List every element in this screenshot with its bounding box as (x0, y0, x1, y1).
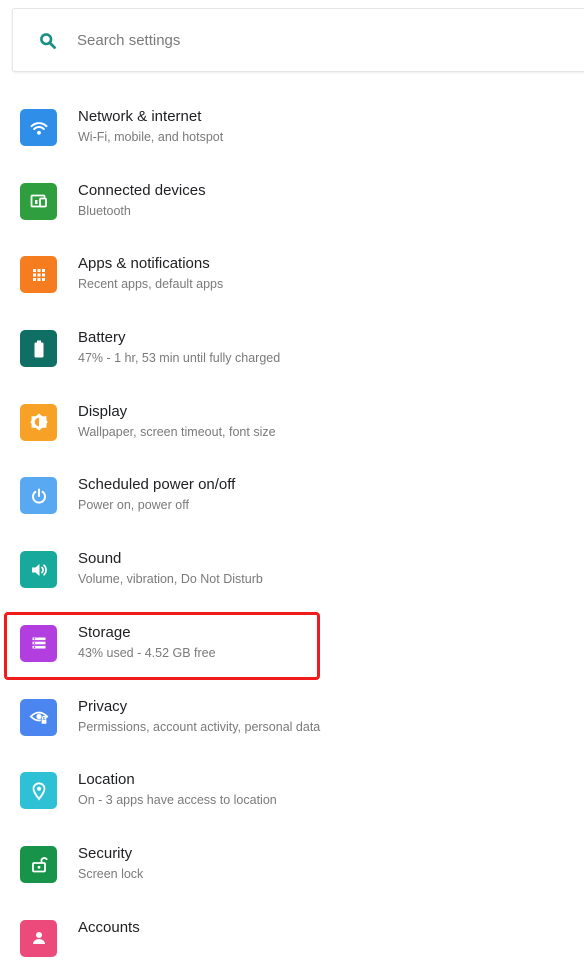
settings-item-subtitle: Power on, power off (78, 498, 189, 513)
settings-item-title: Connected devices (78, 181, 206, 199)
settings-item-subtitle: 43% used - 4.52 GB free (78, 645, 216, 660)
settings-item-storage[interactable]: Storage 43% used - 4.52 GB free (0, 602, 584, 676)
search-icon (39, 32, 57, 50)
settings-item-subtitle: Wi-Fi, mobile, and hotspot (78, 130, 224, 144)
search-bar[interactable]: Search settings (12, 8, 584, 72)
settings-item-location[interactable]: Location On - 3 apps have access to loca… (0, 749, 584, 823)
settings-item-subtitle: 47% - 1 hr, 53 min until fully charged (78, 351, 281, 366)
lock-icon (20, 845, 57, 883)
accounts-icon (20, 919, 57, 957)
battery-icon (20, 330, 57, 368)
settings-item-accounts[interactable]: Accounts (0, 897, 584, 970)
power-icon (20, 477, 57, 515)
location-icon (20, 772, 57, 810)
devices-icon (20, 182, 57, 220)
wifi-icon (20, 109, 57, 146)
settings-item-title: Battery (78, 329, 126, 347)
settings-item-connected-devices[interactable]: Connected devices Bluetooth (0, 160, 584, 234)
settings-item-subtitle: Screen lock (78, 866, 144, 881)
privacy-icon (20, 698, 57, 736)
search-input[interactable]: Search settings (77, 31, 180, 51)
settings-item-subtitle: Bluetooth (78, 203, 131, 218)
settings-item-subtitle: Permissions, account activity, personal … (78, 719, 321, 734)
settings-item-subtitle: Wallpaper, screen timeout, font size (78, 424, 276, 439)
settings-item-privacy[interactable]: Privacy Permissions, account activity, p… (0, 676, 584, 750)
apps-icon (20, 256, 57, 294)
settings-item-title: Network & internet (78, 108, 202, 125)
settings-item-subtitle: Volume, vibration, Do Not Disturb (78, 572, 263, 587)
settings-item-title: Security (78, 844, 133, 862)
settings-item-sound[interactable]: Sound Volume, vibration, Do Not Disturb (0, 528, 584, 602)
settings-item-title: Display (78, 402, 128, 420)
settings-item-subtitle: Recent apps, default apps (78, 277, 224, 292)
settings-item-title: Privacy (78, 697, 128, 715)
settings-item-scheduled-power[interactable]: Scheduled power on/off Power on, power o… (0, 454, 584, 528)
settings-item-title: Apps & notifications (78, 255, 210, 273)
settings-item-title: Sound (78, 550, 122, 568)
volume-icon (20, 551, 57, 589)
settings-item-title: Scheduled power on/off (78, 476, 236, 494)
brightness-icon (20, 403, 57, 441)
settings-item-apps[interactable]: Apps & notifications Recent apps, defaul… (0, 233, 584, 307)
settings-item-title: Location (78, 771, 135, 789)
storage-icon (20, 624, 57, 662)
settings-item-network[interactable]: Network & internet Wi-Fi, mobile, and ho… (0, 86, 584, 160)
settings-item-title: Storage (78, 623, 131, 641)
settings-item-display[interactable]: Display Wallpaper, screen timeout, font … (0, 381, 584, 455)
settings-item-battery[interactable]: Battery 47% - 1 hr, 53 min until fully c… (0, 307, 584, 381)
settings-item-security[interactable]: Security Screen lock (0, 823, 584, 897)
settings-list: Network & internet Wi-Fi, mobile, and ho… (0, 86, 584, 970)
settings-item-title: Accounts (78, 918, 140, 936)
settings-item-subtitle: On - 3 apps have access to location (78, 793, 277, 808)
